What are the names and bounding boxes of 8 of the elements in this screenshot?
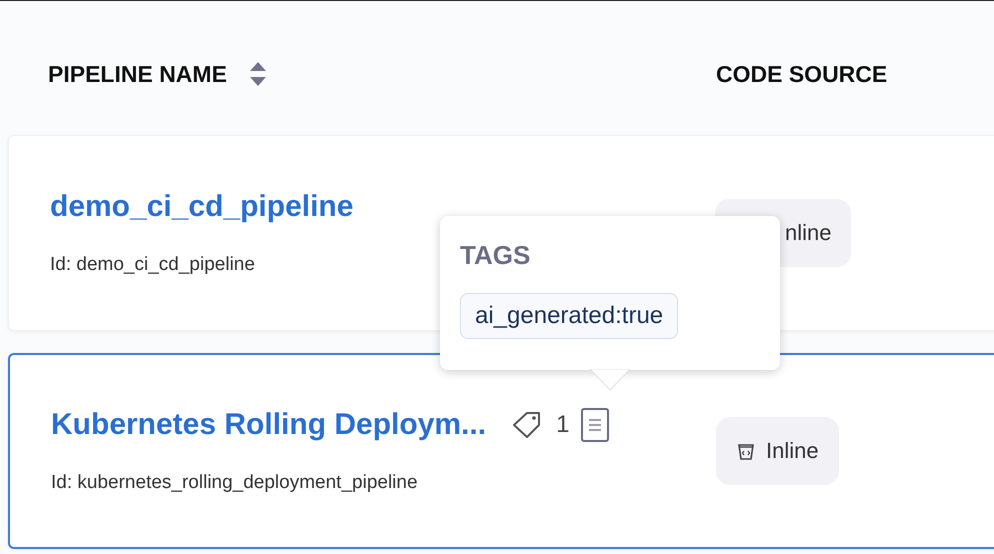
pipeline-id: Id: kubernetes_rolling_deployment_pipeline xyxy=(51,472,418,494)
tag-chip: ai_generated:true xyxy=(460,293,678,339)
tag-count: 1 xyxy=(556,411,570,439)
pipeline-id: Id: demo_ci_cd_pipeline xyxy=(50,254,255,276)
tooltip-title: TAGS xyxy=(460,240,532,271)
code-source-badge: Inline xyxy=(716,417,839,485)
column-header: CODE SOURCE xyxy=(716,61,888,88)
column-header: PIPELINE NAME xyxy=(48,61,227,88)
